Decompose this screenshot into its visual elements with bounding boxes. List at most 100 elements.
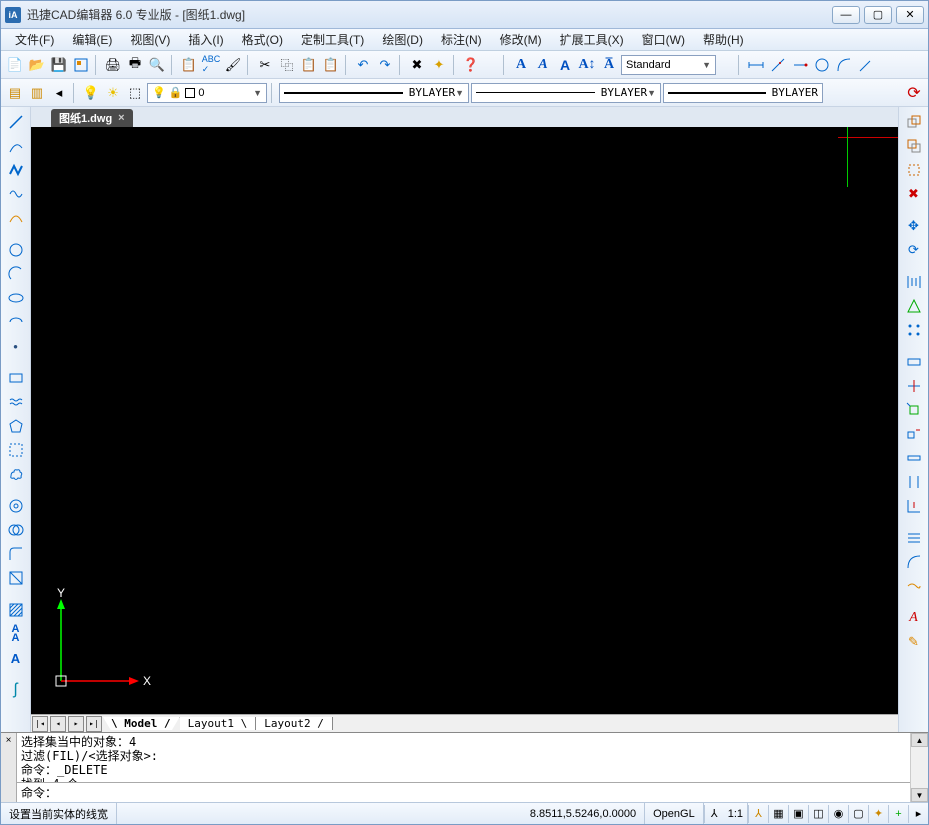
fillet2-icon[interactable] (903, 551, 925, 573)
copy-entity-icon[interactable] (903, 111, 925, 133)
edit-text-icon[interactable]: A (903, 607, 925, 629)
properties-icon[interactable]: ✎ (903, 631, 925, 653)
text-style-icon[interactable]: A↕ (577, 55, 597, 75)
status-scale[interactable]: 1:1 (724, 803, 748, 824)
stretch-icon[interactable] (903, 351, 925, 373)
cut-icon[interactable]: ✂ (255, 55, 275, 75)
sun-icon[interactable]: ☀ (103, 83, 123, 103)
menu-customtools[interactable]: 定制工具(T) (293, 29, 372, 50)
spline-icon[interactable] (5, 183, 27, 205)
copy-icon[interactable]: ⿻ (277, 55, 297, 75)
bulb-on-icon[interactable]: 💡 (81, 83, 101, 103)
new-icon[interactable]: 📄 (5, 55, 25, 75)
menu-modify[interactable]: 修改(M) (492, 29, 550, 50)
mirror-entity-icon[interactable] (903, 135, 925, 157)
layer-prev-icon[interactable]: ◂ (49, 83, 69, 103)
menu-extend[interactable]: 扩展工具(X) (552, 29, 632, 50)
rectangle-icon[interactable] (5, 367, 27, 389)
tab-layout2[interactable]: Layout2 / (256, 717, 333, 730)
tab-nav-last[interactable]: ▸| (86, 716, 102, 732)
lineweight-combo[interactable]: BYLAYER ▼ (471, 83, 661, 103)
tab-close-icon[interactable]: × (118, 112, 124, 124)
offset-icon[interactable] (903, 159, 925, 181)
tab-model[interactable]: \ Model / (103, 717, 180, 730)
status-model-icon[interactable]: ▸ (908, 805, 928, 823)
array-icon[interactable] (903, 319, 925, 341)
command-scrollbar[interactable]: ▲ ▼ (910, 733, 928, 802)
layer-states-icon[interactable]: ▥ (27, 83, 47, 103)
command-close-icon[interactable]: × (6, 735, 12, 746)
status-snap-icon[interactable]: ▣ (788, 805, 808, 823)
undo-icon[interactable]: ↶ (353, 55, 373, 75)
dim-linear-icon[interactable] (746, 55, 766, 75)
find-icon[interactable]: 🔍 (147, 55, 167, 75)
sketch-icon[interactable]: ʃ (5, 679, 27, 701)
hatch-icon[interactable] (5, 599, 27, 621)
move-icon[interactable]: ✥ (903, 215, 925, 237)
menu-window[interactable]: 窗口(W) (634, 29, 693, 50)
status-polar-icon[interactable]: ◉ (828, 805, 848, 823)
menu-draw[interactable]: 绘图(D) (374, 29, 431, 50)
arc2-icon[interactable] (5, 263, 27, 285)
minimize-button[interactable]: — (832, 6, 860, 24)
fillet-icon[interactable] (5, 543, 27, 565)
xline-icon[interactable] (5, 135, 27, 157)
dim-diameter-icon[interactable] (812, 55, 832, 75)
drawing-canvas[interactable]: Y X (31, 127, 898, 714)
tab-nav-prev[interactable]: ◂ (50, 716, 66, 732)
rotate-icon[interactable]: ⟳ (903, 239, 925, 261)
menu-format[interactable]: 格式(O) (234, 29, 291, 50)
dim-radius-icon[interactable] (790, 55, 810, 75)
saveall-icon[interactable] (71, 55, 91, 75)
text-multiline-icon[interactable]: AA (5, 623, 27, 645)
circle-icon[interactable] (5, 239, 27, 261)
scroll-down-icon[interactable]: ▼ (911, 788, 928, 802)
save-icon[interactable]: 💾 (49, 55, 69, 75)
align-icon[interactable] (903, 527, 925, 549)
text-bold-icon[interactable]: A (511, 55, 531, 75)
print-icon[interactable]: 🖨 (103, 55, 123, 75)
redo-icon[interactable]: ↷ (375, 55, 395, 75)
join-icon[interactable] (903, 471, 925, 493)
maximize-button[interactable]: ▢ (864, 6, 892, 24)
boundary-icon[interactable] (5, 439, 27, 461)
scroll-up-icon[interactable]: ▲ (911, 733, 928, 747)
menu-file[interactable]: 文件(F) (7, 29, 62, 50)
copy-clip-icon[interactable]: 📋 (179, 55, 199, 75)
command-input[interactable]: 命令： (17, 782, 910, 802)
layer-combo[interactable]: 💡 🔒 0 ▼ (147, 83, 267, 103)
tab-layout1[interactable]: Layout1 \ (180, 717, 257, 730)
text-normal-icon[interactable]: A (555, 55, 575, 75)
erase-icon[interactable]: ✖ (903, 183, 925, 205)
text-italic-icon[interactable]: A (533, 55, 553, 75)
ellipse-icon[interactable] (5, 287, 27, 309)
polygon-icon[interactable] (5, 415, 27, 437)
lengthen-icon[interactable] (903, 423, 925, 445)
extend-icon[interactable] (903, 399, 925, 421)
break-icon[interactable] (903, 447, 925, 469)
print-preview-icon[interactable]: 🖶 (125, 55, 145, 75)
chamfer-icon[interactable] (903, 495, 925, 517)
close-button[interactable]: ✕ (896, 6, 924, 24)
paste-special-icon[interactable]: 📋 (321, 55, 341, 75)
explode-icon[interactable] (903, 575, 925, 597)
menu-edit[interactable]: 编辑(E) (64, 29, 120, 50)
dim-leader-icon[interactable] (856, 55, 876, 75)
line-icon[interactable] (5, 111, 27, 133)
status-lwt-icon[interactable]: + (888, 805, 908, 823)
tab-nav-first[interactable]: |◂ (32, 716, 48, 732)
ellipse-arc-icon[interactable] (5, 311, 27, 333)
paste-icon[interactable]: 📋 (299, 55, 319, 75)
mirror2-icon[interactable] (903, 271, 925, 293)
menu-view[interactable]: 视图(V) (122, 29, 178, 50)
status-anno-icon[interactable]: ⅄ (748, 805, 768, 823)
refresh-icon[interactable]: ⟳ (904, 83, 924, 103)
freeze-icon[interactable]: ⬚ (125, 83, 145, 103)
region-icon[interactable] (5, 519, 27, 541)
wipeout-icon[interactable] (5, 567, 27, 589)
spiral-icon[interactable] (5, 391, 27, 413)
select-icon[interactable]: ✦ (429, 55, 449, 75)
status-ortho-icon[interactable]: ◫ (808, 805, 828, 823)
document-tab[interactable]: 图纸1.dwg × (51, 109, 133, 127)
dim-angular-icon[interactable] (768, 55, 788, 75)
